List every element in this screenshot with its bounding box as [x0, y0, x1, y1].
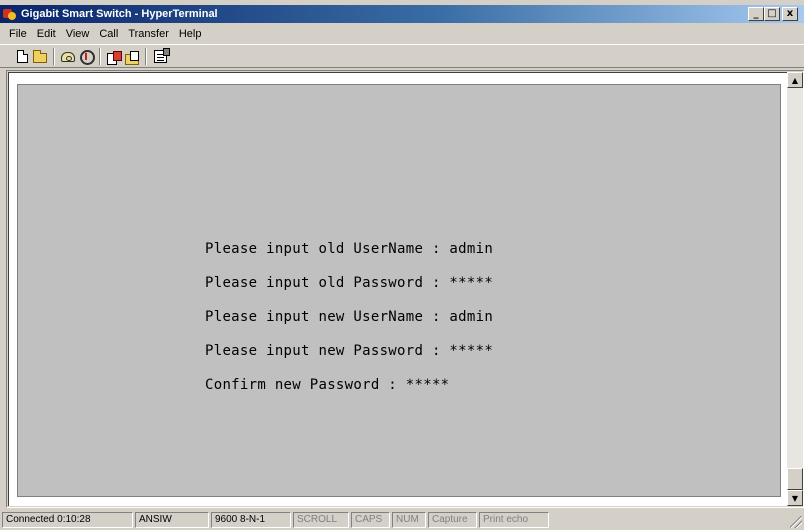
maximize-button[interactable]: □ [764, 7, 780, 21]
call-phone-icon [61, 51, 75, 62]
vertical-scrollbar[interactable]: ▲ ▼ [787, 72, 803, 506]
hyperterminal-app-icon[interactable] [3, 7, 17, 21]
terminal-screen[interactable]: Please input old UserName : admin Please… [17, 84, 781, 497]
call-button[interactable] [59, 48, 77, 65]
status-caps: CAPS [351, 512, 390, 528]
new-connection-button[interactable] [13, 48, 31, 65]
status-capture: Capture [428, 512, 477, 528]
arrow-down-icon: ▼ [791, 493, 799, 503]
status-bar: Connected 0:10:28 ANSIW 9600 8-N-1 SCROL… [0, 510, 804, 530]
scroll-down-button[interactable]: ▼ [787, 490, 803, 506]
terminal-line: Confirm new Password : ***** [205, 377, 450, 393]
menu-transfer[interactable]: Transfer [123, 28, 174, 40]
menu-edit[interactable]: Edit [32, 28, 61, 40]
close-button[interactable]: x [782, 7, 798, 21]
send-button[interactable] [105, 48, 123, 65]
status-scroll: SCROLL [293, 512, 349, 528]
terminal-line: Please input old Password : ***** [205, 275, 494, 291]
status-emulation: ANSIW [135, 512, 209, 528]
receive-file-icon [125, 50, 139, 65]
new-document-icon [16, 50, 28, 63]
terminal-line: Please input new Password : ***** [205, 343, 494, 359]
toolbar-separator [99, 48, 101, 65]
disconnect-icon [79, 50, 95, 65]
minimize-button[interactable]: _ [748, 7, 764, 21]
status-print-echo: Print echo [479, 512, 549, 528]
open-button[interactable] [31, 48, 49, 65]
terminal-line: Please input new UserName : admin [205, 309, 494, 325]
window-controls: _ □ x [748, 7, 798, 21]
resize-grip[interactable] [790, 516, 802, 528]
send-file-icon [107, 50, 122, 65]
scroll-thumb[interactable] [787, 468, 803, 490]
terminal-viewport[interactable]: Please input old UserName : admin Please… [8, 72, 788, 506]
open-folder-icon [33, 50, 47, 63]
status-connected: Connected 0:10:28 [2, 512, 133, 528]
terminal-output: Please input old UserName : admin Please… [205, 241, 493, 411]
toolbar [0, 44, 804, 68]
menu-file[interactable]: File [4, 28, 32, 40]
window-title: Gigabit Smart Switch - HyperTerminal [21, 8, 218, 20]
arrow-up-icon: ▲ [791, 75, 799, 85]
toolbar-separator [145, 48, 147, 65]
terminal-frame: Please input old UserName : admin Please… [6, 70, 804, 508]
toolbar-separator [53, 48, 55, 65]
menu-bar: File Edit View Call Transfer Help [0, 25, 804, 42]
hyperterminal-window: Gigabit Smart Switch - HyperTerminal _ □… [0, 0, 804, 530]
status-num: NUM [392, 512, 426, 528]
terminal-line: Please input old UserName : admin [205, 241, 494, 257]
status-port-settings: 9600 8-N-1 [211, 512, 291, 528]
disconnect-button[interactable] [77, 48, 95, 65]
menu-help[interactable]: Help [174, 28, 207, 40]
scroll-up-button[interactable]: ▲ [787, 72, 803, 88]
receive-button[interactable] [123, 48, 141, 65]
title-bar[interactable]: Gigabit Smart Switch - HyperTerminal _ □… [0, 5, 804, 23]
properties-button[interactable] [151, 48, 170, 65]
menu-call[interactable]: Call [94, 28, 123, 40]
properties-icon [153, 48, 170, 63]
menu-view[interactable]: View [61, 28, 95, 40]
